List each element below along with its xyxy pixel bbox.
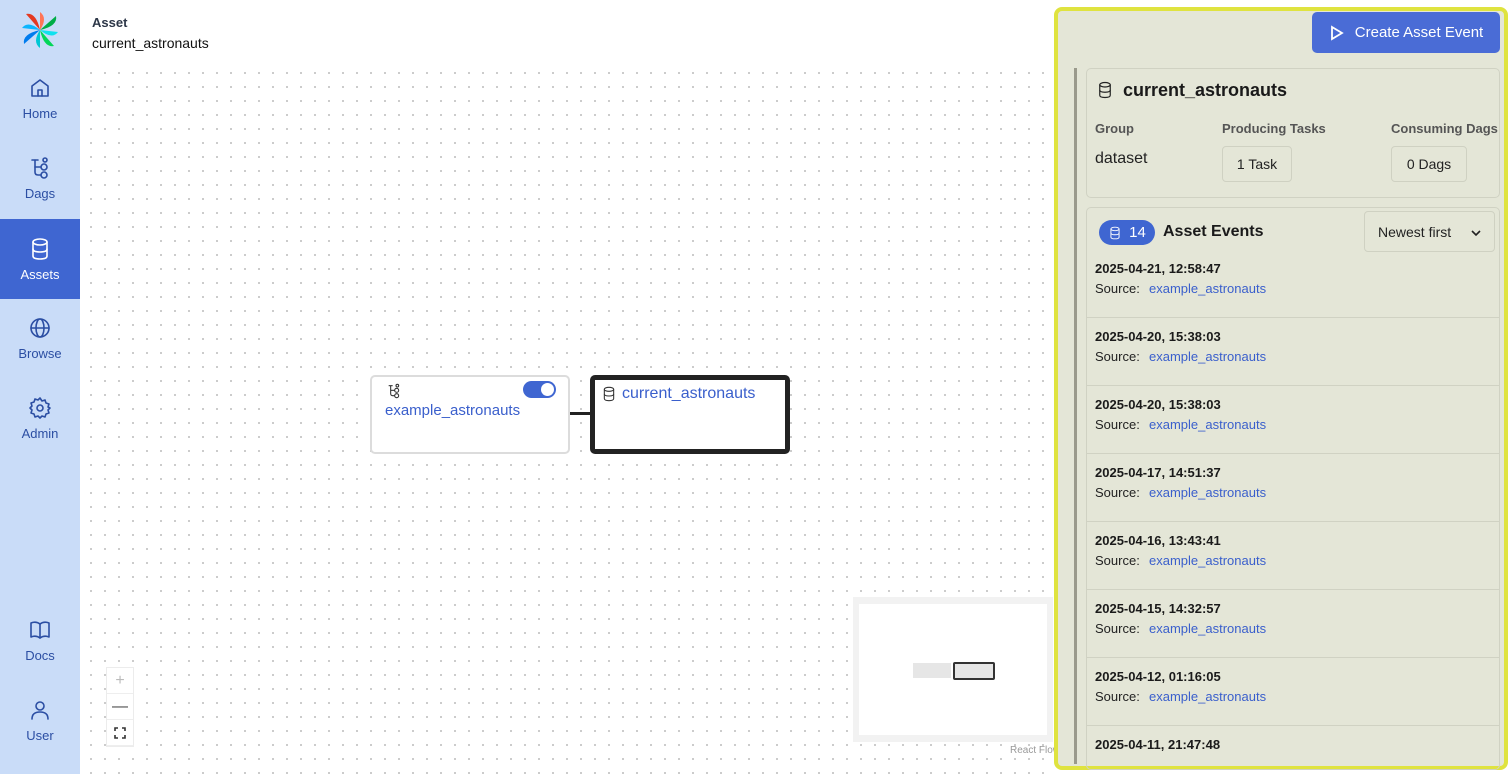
event-timestamp: 2025-04-12, 01:16:05 (1095, 669, 1221, 684)
event-timestamp: 2025-04-11, 21:47:48 (1095, 737, 1221, 752)
gear-icon (28, 396, 52, 420)
sort-value: Newest first (1378, 223, 1452, 240)
event-row: 2025-04-17, 14:51:37 Source: example_astro… (1087, 454, 1499, 522)
event-source-label: Source: (1095, 417, 1140, 432)
dag-pause-toggle[interactable] (523, 381, 556, 398)
breadcrumb: Asset (92, 15, 128, 30)
event-row: 2025-04-11, 21:47:48 (1087, 726, 1499, 774)
sort-select[interactable]: Newest first (1364, 211, 1495, 252)
event-source-link[interactable]: example_astronauts (1149, 553, 1266, 568)
event-source-label: Source: (1095, 281, 1140, 296)
group-label: Group (1095, 121, 1134, 136)
event-row: 2025-04-21, 12:58:47 Source: example_astro… (1087, 250, 1499, 318)
zoom-out-button[interactable]: — (107, 694, 133, 720)
group-value: dataset (1095, 150, 1148, 167)
zoom-in-button[interactable]: + (107, 668, 133, 694)
event-source-label: Source: (1095, 689, 1140, 704)
asset-name: current_astronauts (1123, 80, 1288, 100)
consuming-dags-button[interactable]: 0 Dags (1391, 146, 1467, 182)
database-icon (601, 386, 617, 402)
event-row: 2025-04-16, 13:43:41 Source: example_astro… (1087, 522, 1499, 590)
react-flow-attribution[interactable]: React Flow (1010, 745, 1060, 756)
event-timestamp: 2025-04-21, 12:58:47 (1095, 261, 1221, 276)
minimap-asset-node (953, 662, 995, 680)
nav-home-label: Home (22, 105, 58, 121)
nav-docs[interactable]: Docs (0, 600, 80, 680)
nav-assets[interactable]: Assets (0, 219, 80, 299)
nav-admin-label: Admin (21, 425, 59, 441)
database-icon (1110, 226, 1120, 239)
consuming-dags-label: Consuming Dags (1391, 121, 1498, 136)
event-row: 2025-04-15, 14:32:57 Source: example_astro… (1087, 590, 1499, 658)
panel-divider[interactable] (1074, 68, 1077, 764)
book-icon (28, 618, 52, 642)
home-icon (28, 76, 52, 100)
event-timestamp: 2025-04-17, 14:51:37 (1095, 465, 1221, 480)
create-asset-event-button[interactable]: Create Asset Event (1312, 12, 1500, 53)
zoom-controls: + — (106, 667, 134, 747)
toggle-knob (541, 383, 554, 396)
event-source-label: Source: (1095, 621, 1140, 636)
nav-browse[interactable]: Browse (0, 298, 80, 378)
nav-user-label: User (26, 727, 54, 743)
fit-view-icon (114, 726, 126, 739)
event-row: 2025-04-20, 15:38:03 Source: example_astro… (1087, 386, 1499, 454)
events-count: 14 (1129, 224, 1146, 241)
events-count-badge: 14 (1099, 220, 1155, 245)
play-icon (1330, 24, 1344, 41)
event-source-link[interactable]: example_astronauts (1149, 485, 1266, 500)
dag-icon (386, 383, 402, 399)
event-timestamp: 2025-04-15, 14:32:57 (1095, 601, 1221, 616)
dag-node-link[interactable]: example_astronauts (385, 402, 520, 419)
event-source-label: Source: (1095, 349, 1140, 364)
database-icon (1096, 81, 1114, 99)
database-icon (28, 237, 52, 261)
nav-user[interactable]: User (0, 680, 80, 760)
event-timestamp: 2025-04-16, 13:43:41 (1095, 533, 1221, 548)
sidebar: Home Dags Assets Browse Admin Docs User (0, 0, 80, 774)
nav-dags-label: Dags (24, 185, 56, 201)
asset-node[interactable]: current_astronauts (590, 375, 790, 454)
event-source-link[interactable]: example_astronauts (1149, 417, 1266, 432)
producing-tasks-button[interactable]: 1 Task (1222, 146, 1292, 182)
user-icon (28, 698, 52, 722)
producing-tasks-label: Producing Tasks (1222, 121, 1326, 136)
nav-docs-label: Docs (25, 647, 55, 663)
event-source-label: Source: (1095, 553, 1140, 568)
minimap-dag-node (913, 663, 951, 678)
event-timestamp: 2025-04-20, 15:38:03 (1095, 397, 1221, 412)
dag-node[interactable]: example_astronauts (370, 375, 570, 454)
fit-view-button[interactable] (107, 720, 133, 746)
event-source-link[interactable]: example_astronauts (1149, 689, 1266, 704)
event-row: 2025-04-12, 01:16:05 Source: example_astro… (1087, 658, 1499, 726)
event-source-link[interactable]: example_astronauts (1149, 281, 1266, 296)
asset-node-link[interactable]: current_astronauts (622, 385, 755, 403)
nav-home[interactable]: Home (0, 58, 80, 138)
page-title: current_astronauts (92, 35, 209, 51)
event-source-link[interactable]: example_astronauts (1149, 621, 1266, 636)
nav-dags[interactable]: Dags (0, 138, 80, 218)
event-source-link[interactable]: example_astronauts (1149, 349, 1266, 364)
dag-icon (28, 156, 52, 180)
graph-edge (570, 412, 591, 415)
event-row: 2025-04-20, 15:38:03 Source: example_astro… (1087, 318, 1499, 386)
event-timestamp: 2025-04-20, 15:38:03 (1095, 329, 1221, 344)
create-asset-event-label: Create Asset Event (1354, 24, 1484, 41)
nav-admin[interactable]: Admin (0, 378, 80, 458)
events-title: Asset Events (1163, 223, 1264, 240)
globe-icon (28, 316, 52, 340)
chevron-down-icon (1471, 230, 1481, 237)
airflow-logo[interactable] (20, 10, 60, 50)
nav-browse-label: Browse (18, 345, 62, 361)
nav-assets-label: Assets (20, 266, 60, 282)
event-source-label: Source: (1095, 485, 1140, 500)
